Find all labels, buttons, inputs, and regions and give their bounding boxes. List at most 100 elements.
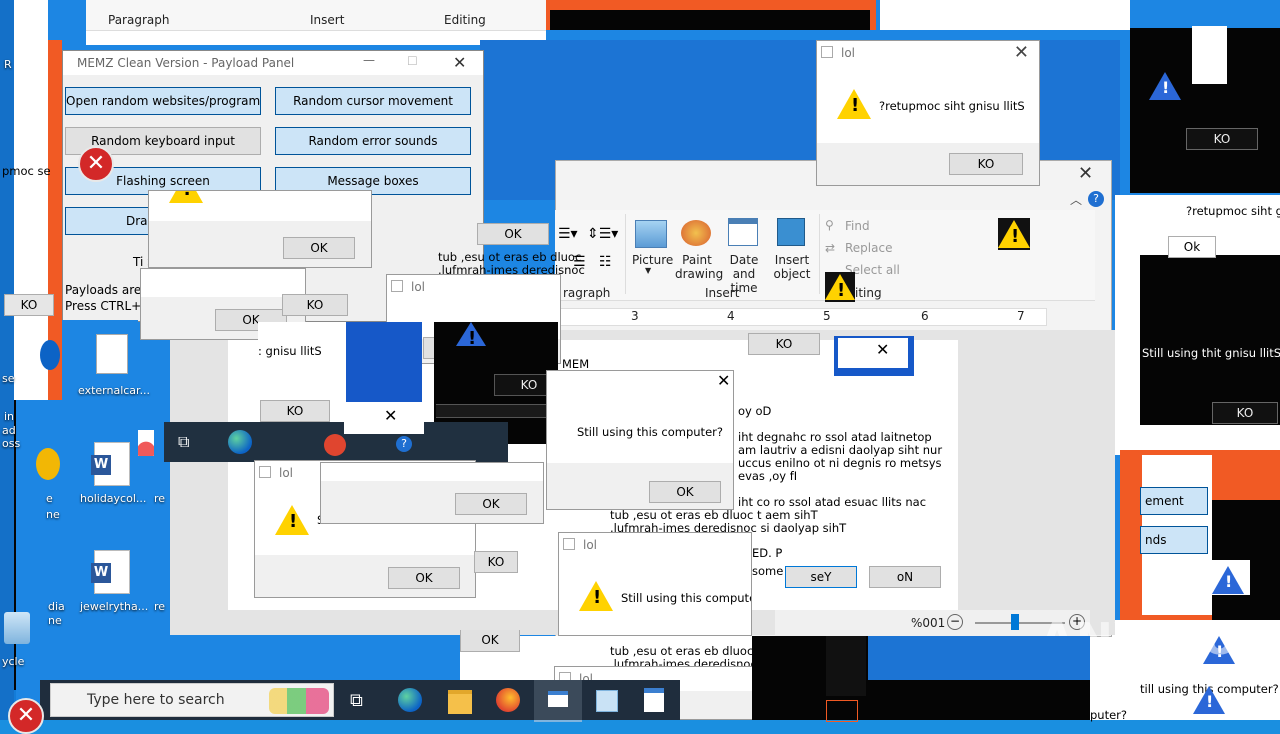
- frag-line-10: tub ,esu ot eras eb dluoc t aem sihT: [610, 508, 818, 522]
- minimize-icon[interactable]: —: [363, 53, 375, 67]
- close-icon-small[interactable]: ✕: [876, 340, 889, 359]
- taskbar-notepad-icon[interactable]: [596, 690, 618, 712]
- close-icon-lt[interactable]: ✕: [1014, 42, 1029, 63]
- picture-button[interactable]: Picture: [632, 253, 673, 267]
- dialog-title: lol: [411, 280, 426, 294]
- insert-object-button[interactable]: Insert object: [770, 253, 814, 281]
- left-frag-ne2: ne: [48, 614, 62, 627]
- taskbar-edge-icon[interactable]: [398, 688, 422, 712]
- ok-button-s2[interactable]: OK: [649, 481, 721, 503]
- maximize-icon[interactable]: ☐: [407, 54, 418, 68]
- warning-icon-d1: [169, 191, 203, 203]
- zoom-slider[interactable]: [1011, 614, 1019, 630]
- ruler-num-4: 4: [727, 309, 735, 323]
- yes-button[interactable]: seY: [785, 566, 857, 588]
- no-button[interactable]: oN: [869, 566, 941, 588]
- top-black-bar: [550, 10, 870, 30]
- recycle-icon[interactable]: [4, 612, 30, 644]
- desktop-icon-label-3[interactable]: jewelrytha...: [80, 600, 148, 613]
- calendar-icon[interactable]: [728, 218, 758, 246]
- msg-still-using-2: Still using this computer?: [577, 425, 723, 439]
- dialog-ok-3: OK: [320, 462, 544, 524]
- word-doc-icon-2[interactable]: W: [91, 550, 130, 594]
- frag-line-1: tub ,esu ot eras eb dluoc: [438, 250, 582, 264]
- warning-icon-blue-1: [1149, 72, 1181, 100]
- zoom-out-icon[interactable]: −: [947, 614, 963, 630]
- spacing-icon[interactable]: ⇕☰▾: [587, 226, 618, 242]
- ribbon-collapse-icon[interactable]: ︿: [1070, 191, 1082, 208]
- paint-drawing-button[interactable]: Paint drawing: [675, 253, 723, 281]
- left-frag-in: in: [4, 410, 15, 423]
- insert-group-label: Insert: [705, 286, 740, 300]
- picture-dropdown[interactable]: ▼: [645, 266, 651, 275]
- help-icon[interactable]: ?: [1088, 191, 1104, 207]
- msg-still-using-3: Still using this computer?: [621, 591, 751, 605]
- desk-label-re1: re: [154, 492, 166, 505]
- word-doc-icon-1[interactable]: W: [91, 442, 130, 486]
- right-ok-button[interactable]: Ok: [1168, 236, 1216, 258]
- help-icon-mid[interactable]: ?: [396, 436, 412, 452]
- ribbon-editing[interactable]: Editing: [444, 13, 486, 27]
- ok-button-mid-top[interactable]: OK: [477, 223, 549, 245]
- ok-button-d1[interactable]: OK: [283, 237, 355, 259]
- payload-close-icon[interactable]: ✕: [453, 53, 466, 72]
- ko-button-d2b[interactable]: KO: [282, 294, 348, 316]
- small-white-window: [838, 338, 908, 368]
- desktop-icon-label-1[interactable]: externalcar...: [78, 384, 150, 397]
- find-icon[interactable]: ⚲: [825, 218, 834, 232]
- object-icon[interactable]: [777, 218, 805, 246]
- ok-button-s1[interactable]: OK: [388, 567, 460, 589]
- replace-icon[interactable]: ⇄: [825, 241, 835, 255]
- ko-button-right2[interactable]: KO: [1212, 402, 1278, 424]
- chrome-icon[interactable]: [36, 448, 60, 480]
- left-frag-dia: dia: [48, 600, 65, 613]
- right-nds-button[interactable]: nds: [1140, 526, 1208, 554]
- list-icon[interactable]: ☰▾: [558, 226, 578, 242]
- find-button[interactable]: Find: [845, 219, 870, 233]
- dialog-title: lol: [279, 466, 294, 480]
- picture-icon[interactable]: [635, 220, 667, 248]
- ko-button-lt[interactable]: KO: [949, 153, 1023, 175]
- close-icon-s2[interactable]: ✕: [717, 371, 730, 390]
- search-box[interactable]: Type here to search: [50, 683, 334, 717]
- taskbar-explorer-icon[interactable]: [448, 690, 472, 714]
- msg-reversed-top: ?retupmoc siht gnisu llitS: [879, 99, 1025, 113]
- ko-button-top-mid[interactable]: KO: [748, 333, 820, 355]
- ribbon-paragraph[interactable]: Paragraph: [108, 13, 169, 27]
- edge-icon[interactable]: [228, 430, 252, 454]
- paint-icon[interactable]: [681, 220, 711, 246]
- ko-button-s1b[interactable]: KO: [474, 551, 518, 573]
- ko-button-r1[interactable]: KO: [260, 400, 330, 422]
- wordpad-close-icon[interactable]: ✕: [1078, 163, 1093, 184]
- ext-icon[interactable]: [96, 334, 128, 374]
- close-icon-mid[interactable]: ✕: [384, 406, 397, 425]
- ruler-num-7: 7: [1017, 309, 1025, 323]
- ok-button-d3[interactable]: OK: [455, 493, 527, 515]
- left-blue-icon[interactable]: [40, 340, 60, 370]
- ok-button-lower[interactable]: OK: [460, 630, 520, 652]
- random-error-sounds-button[interactable]: Random error sounds: [275, 127, 471, 155]
- replace-button[interactable]: Replace: [845, 241, 892, 255]
- search-input[interactable]: Type here to search: [87, 692, 225, 708]
- dialog-lt-titlebar: lol ✕: [817, 41, 1039, 65]
- ko-button-left[interactable]: KO: [4, 294, 54, 316]
- error-icon-2: ✕: [8, 698, 44, 734]
- task-view-icon[interactable]: ⧉: [178, 432, 189, 452]
- taskbar-wordpad-icon[interactable]: [644, 688, 664, 712]
- random-cursor-button[interactable]: Random cursor movement: [275, 87, 471, 115]
- firefox-icon-mid[interactable]: [324, 434, 346, 456]
- ribbon-insert[interactable]: Insert: [310, 13, 344, 27]
- memz-inner-icon: [548, 691, 568, 707]
- editing-group-label: iting: [855, 286, 882, 300]
- right-ement-button[interactable]: ement: [1140, 487, 1208, 515]
- paragraph-icon[interactable]: ☷: [599, 254, 612, 270]
- dialog-lol-1-titlebar: lol: [387, 275, 560, 299]
- left-frag-r: R: [4, 58, 12, 71]
- desktop-icon-label-2[interactable]: holidaycol...: [80, 492, 146, 505]
- app-icon: [563, 538, 575, 550]
- ko-button-right1[interactable]: KO: [1186, 128, 1258, 150]
- taskbar-task-view-icon[interactable]: ⧉: [350, 690, 363, 711]
- taskbar-firefox-icon[interactable]: [496, 688, 520, 712]
- desk-label-re2: re: [154, 600, 166, 613]
- open-websites-button[interactable]: Open random websites/programs: [65, 87, 261, 115]
